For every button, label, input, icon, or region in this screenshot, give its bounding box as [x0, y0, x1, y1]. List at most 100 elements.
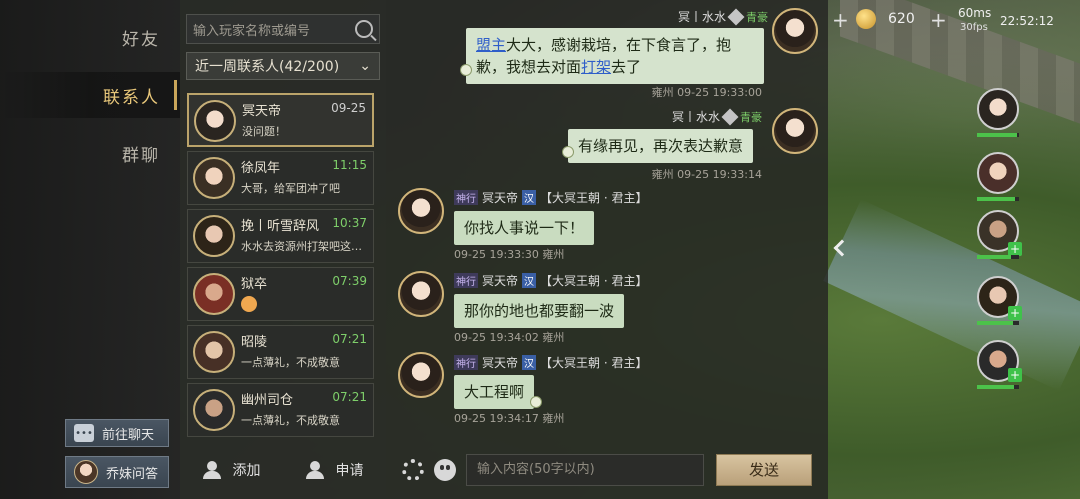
chevron-down-icon: ⌄	[359, 58, 371, 74]
add-user-icon	[202, 460, 225, 479]
hero-hp-bar	[977, 385, 1019, 389]
contact-item[interactable]: 冥天帝 09-25 没问题！	[187, 93, 374, 147]
message-timestamp: 09-25 19:34:17 雍州	[454, 412, 565, 425]
bubble-ornament-icon	[530, 396, 542, 408]
contact-last-message: 大哥，给军团冲了吧	[241, 182, 340, 195]
contact-name: 挽丨听雪辞风	[241, 219, 320, 234]
title-tag: 神行	[454, 355, 478, 370]
rank-label: 青豪	[740, 110, 762, 124]
message-header: 神行 冥天帝 汉 【大冥王朝 · 君主】	[454, 189, 647, 206]
message-bubble[interactable]: 盟主大大，感谢栽培，在下食言了，抱歉，我想去对面打架去了	[466, 28, 764, 84]
contact-time: 10:37	[332, 216, 367, 230]
apply-label: 申请	[335, 462, 364, 479]
add-label: 添加	[232, 462, 261, 479]
message-timestamp: 09-25 19:34:02 雍州	[454, 331, 565, 344]
add-gold-icon[interactable]: +	[930, 8, 947, 32]
mention-link[interactable]: 盟主	[476, 36, 506, 54]
faction-label: 【大冥王朝 · 君主】	[540, 356, 648, 370]
message-text: 去了	[611, 58, 642, 76]
nation-badge: 汉	[522, 355, 537, 370]
emoji-icon[interactable]	[434, 458, 456, 481]
avatar[interactable]	[772, 8, 818, 54]
plus-icon[interactable]: +	[832, 8, 849, 32]
avatar	[193, 331, 235, 373]
contact-time: 09-25	[331, 101, 366, 115]
chat-bubble-icon: •••	[74, 424, 94, 442]
contact-last-message: 一点薄礼，不成敬意	[241, 356, 340, 369]
send-button[interactable]: 发送	[716, 453, 812, 486]
message-timestamp: 雍州 09-25 19:33:00	[651, 86, 762, 99]
contact-filter-dropdown[interactable]: 近一周联系人(42/200) ⌄	[186, 52, 380, 80]
goto-chat-button[interactable]: ••• 前往聊天	[65, 419, 169, 447]
add-friend-button[interactable]: 添加	[180, 460, 283, 480]
search-icon[interactable]	[355, 20, 373, 38]
contact-name: 冥天帝	[242, 104, 282, 119]
avatar[interactable]	[772, 108, 818, 154]
message-timestamp: 09-25 19:33:30 雍州	[454, 248, 565, 261]
tab-friends[interactable]: 好友	[0, 14, 180, 60]
title-tag: 神行	[454, 190, 478, 205]
avatar	[193, 273, 235, 315]
search-input[interactable]: 输入玩家名称或编号	[186, 14, 380, 44]
gold-amount: 620	[888, 11, 915, 27]
message-timestamp: 雍州 09-25 19:33:14	[651, 168, 762, 181]
contact-time: 07:21	[332, 332, 367, 346]
river	[823, 199, 1080, 391]
message-header: 神行 冥天帝 汉 【大冥王朝 · 君主】	[454, 354, 647, 371]
sender-name: 冥天帝	[482, 191, 519, 205]
contact-time: 07:39	[332, 274, 367, 288]
message-bubble[interactable]: 你找人事说一下！	[454, 211, 595, 245]
plus-icon[interactable]: +	[1008, 368, 1022, 382]
qiaomei-label: 乔妹问答	[106, 466, 159, 482]
message-text: 我想去对面	[506, 58, 582, 76]
avatar[interactable]	[398, 352, 444, 398]
message-bubble[interactable]: 大工程啊	[454, 375, 535, 409]
sender-name: 冥天帝	[482, 356, 519, 370]
qiaomei-avatar	[74, 460, 98, 484]
tab-group-chat[interactable]: 群聊	[0, 130, 180, 176]
tab-group-chat-label: 群聊	[122, 145, 160, 166]
bubble-ornament-icon	[562, 146, 574, 158]
tab-column: 好友 联系人 群聊 ••• 前往聊天 乔妹问答	[0, 0, 180, 499]
contact-item[interactable]: 昭陵 07:21 一点薄礼，不成敬意	[187, 325, 374, 379]
avatar[interactable]	[398, 271, 444, 317]
plus-icon[interactable]: +	[1008, 306, 1022, 320]
contact-name: 昭陵	[241, 335, 268, 350]
avatar	[193, 389, 235, 431]
message-input[interactable]	[466, 453, 704, 486]
friend-requests-button[interactable]: 申请	[283, 460, 386, 480]
contacts-panel: 输入玩家名称或编号 近一周联系人(42/200) ⌄ 冥天帝 09-25 没问题…	[180, 0, 386, 499]
goto-chat-label: 前往聊天	[102, 427, 155, 443]
contact-name: 狱卒	[241, 277, 268, 292]
keyword-link[interactable]: 打架	[581, 58, 611, 76]
hero-hp-bar	[977, 197, 1019, 201]
tab-contacts[interactable]: 联系人	[0, 72, 180, 118]
contact-item[interactable]: 挽丨听雪辞风 10:37 水水去资源州打架吧这…	[187, 209, 374, 263]
tab-contacts-label: 联系人	[103, 87, 160, 108]
message-header: 神行 冥天帝 汉 【大冥王朝 · 君主】	[454, 272, 647, 289]
rank-label: 青豪	[746, 10, 768, 24]
avatar[interactable]	[398, 188, 444, 234]
chat-panel: 冥丨水水 青豪 盟主大大，感谢栽培，在下食言了，抱歉，我想去对面打架去了 雍州 …	[386, 0, 828, 499]
rank-gem-icon	[727, 8, 745, 25]
hero-portrait[interactable]	[977, 88, 1019, 130]
message-bubble[interactable]: 有缘再见，再次表达歉意	[568, 129, 754, 163]
gear-icon[interactable]	[402, 458, 424, 481]
hero-hp-bar	[977, 133, 1019, 137]
plus-icon[interactable]: +	[1008, 242, 1022, 256]
contact-item[interactable]: 幽州司仓 07:21 一点薄礼，不成敬意	[187, 383, 374, 437]
emoji-sticker-icon	[241, 296, 257, 312]
hero-portrait[interactable]	[977, 152, 1019, 194]
search-placeholder: 输入玩家名称或编号	[193, 23, 311, 39]
avatar	[193, 215, 235, 257]
nation-badge: 汉	[522, 273, 537, 288]
contact-last-message: 一点薄礼，不成敬意	[241, 414, 340, 427]
avatar	[194, 100, 236, 142]
contact-item[interactable]: 徐凤年 11:15 大哥，给军团冲了吧	[187, 151, 374, 205]
message-bubble[interactable]: 那你的地也都要翻一波	[454, 294, 625, 328]
filter-label: 近一周联系人(42/200)	[195, 59, 340, 75]
contact-item[interactable]: 狱卒 07:39	[187, 267, 374, 321]
sender-name: 冥天帝	[482, 274, 519, 288]
faction-label: 【大冥王朝 · 君主】	[540, 274, 648, 288]
qiaomei-qa-button[interactable]: 乔妹问答	[65, 456, 169, 488]
